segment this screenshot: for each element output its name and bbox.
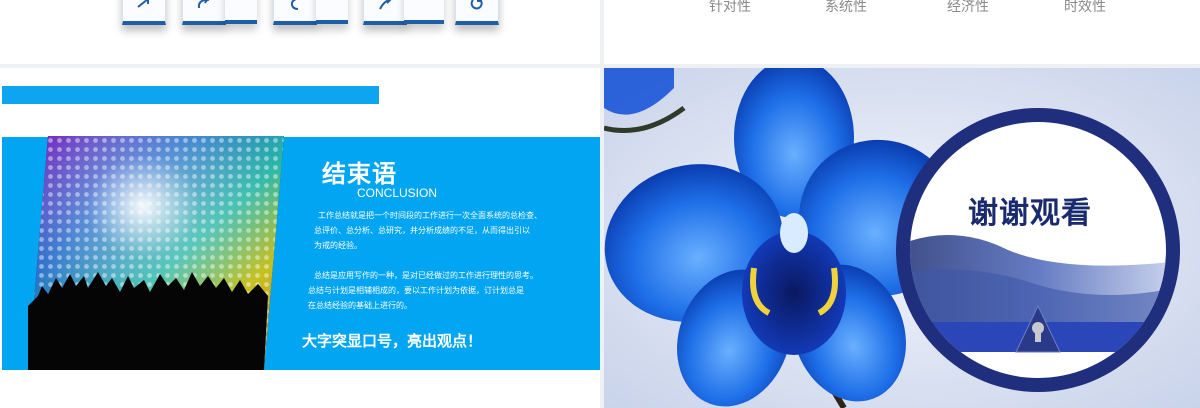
conclusion-subtitle: CONCLUSION: [357, 186, 438, 200]
paragraph-line: 总评价、总分析、总研究，并分析成绩的不足，从而得出引以: [314, 226, 530, 235]
paragraph-2: 总结是应用写作的一种，是对已经做过的工作进行理性的思考。: [314, 268, 538, 283]
slide-icons: [0, 0, 600, 64]
blank-tile: [316, 0, 348, 24]
slide-properties: 针对性 系统性 经济性 时效性: [604, 0, 1200, 64]
paragraph-2b: 总结与计划是相辅相成的，要以工作计划为依据，订计划总是 在总结经验的基础上进行的…: [308, 283, 524, 313]
refresh-icon: [182, 0, 226, 25]
thanks-ring: [896, 108, 1180, 392]
cycle-icon: [455, 0, 499, 25]
arrow-icon: [122, 0, 166, 25]
blank-tile: [225, 0, 257, 24]
slide-conclusion: 结束语 CONCLUSION 工作总结就是把一个时间段的工作进行一次全面系统的总…: [0, 68, 600, 408]
property-label: 针对性: [709, 0, 751, 14]
property-label: 时效性: [1064, 0, 1106, 14]
slide-thanks: 谢谢观看: [604, 68, 1200, 408]
accent-bar: [2, 86, 379, 104]
undo-icon: [363, 0, 407, 25]
paragraph-1b: 总评价、总分析、总研究，并分析成绩的不足，从而得出引以 为戒的经验。: [314, 223, 530, 253]
thanks-title: 谢谢观看: [968, 196, 1092, 231]
blank-tile: [404, 0, 444, 24]
paragraph-line: 总结与计划是相辅相成的，要以工作计划为依据，订计划总是: [308, 286, 524, 295]
property-label: 系统性: [825, 0, 867, 14]
paragraph-1: 工作总结就是把一个时间段的工作进行一次全面系统的总检查、: [318, 208, 542, 223]
curve-arrow-icon: [273, 0, 317, 25]
paragraph-line: 在总结经验的基础上进行的。: [308, 301, 412, 310]
conclusion-title: 结束语: [322, 160, 397, 188]
paragraph-line: 工作总结就是把一个时间段的工作进行一次全面系统的总检查、: [318, 211, 542, 220]
slogan-text: 大字突显口号，亮出观点！: [302, 332, 483, 350]
concert-image: [28, 136, 284, 370]
paragraph-line: 为戒的经验。: [314, 241, 362, 250]
paragraph-line: 总结是应用写作的一种，是对已经做过的工作进行理性的思考。: [314, 271, 538, 280]
property-label: 经济性: [947, 0, 989, 14]
